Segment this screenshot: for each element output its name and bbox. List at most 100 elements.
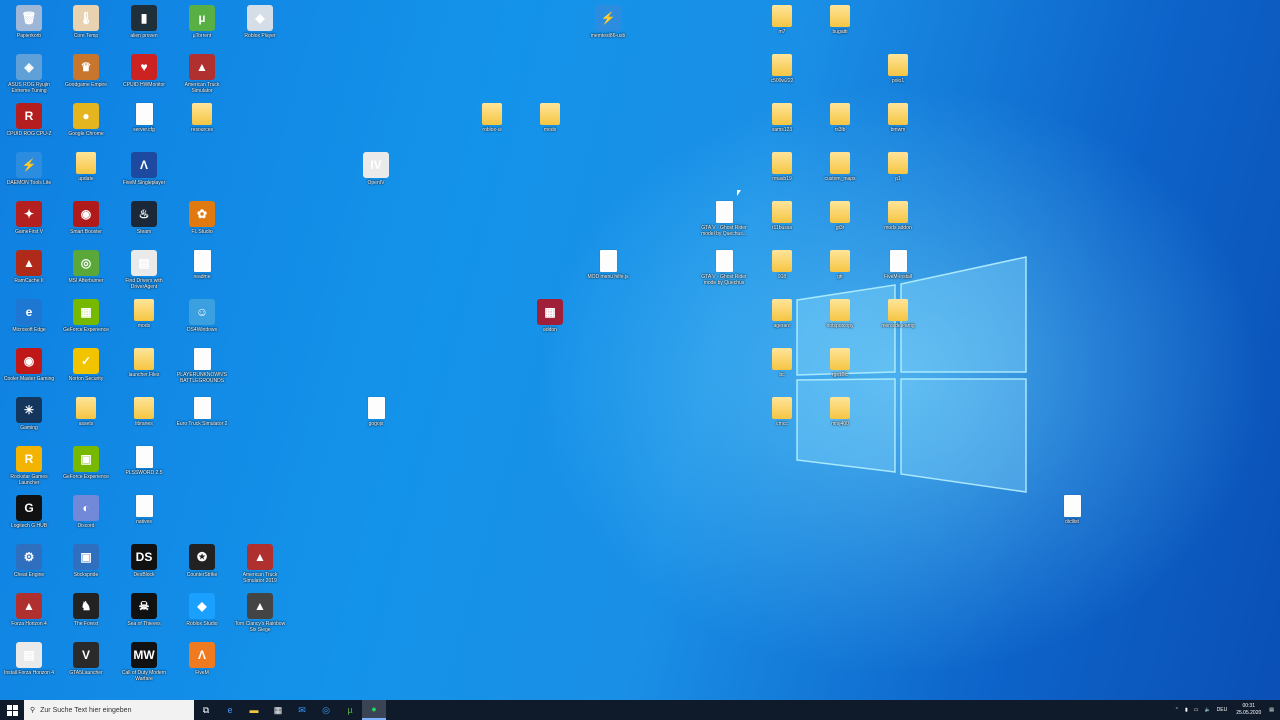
- desktop-icon[interactable]: GTA V - Ghost Rider model by Quechus...: [696, 199, 752, 248]
- taskbar-spotify-button[interactable]: ●: [362, 700, 386, 720]
- desktop-icon[interactable]: rs3lb: [812, 101, 868, 150]
- desktop-icon[interactable]: MW Call of Duty Modern Warfare: [116, 640, 172, 689]
- clock[interactable]: 00:31 25.05.2020: [1236, 703, 1261, 717]
- desktop-icon[interactable]: FiveM-install: [870, 248, 926, 297]
- desktop-icon[interactable]: ♛ Goodgame Empire: [58, 52, 114, 101]
- desktop-icon[interactable]: Euro Truck Simulator 2: [174, 395, 230, 444]
- desktop-icon[interactable]: readme: [174, 248, 230, 297]
- taskbar-messenger-button[interactable]: ◎: [314, 700, 338, 720]
- desktop-icon[interactable]: ▣ GeForce Experience: [58, 444, 114, 493]
- desktop-icon[interactable]: ✦ GameFirst V: [1, 199, 57, 248]
- desktop-icon[interactable]: ☠ Sea of Thieves: [116, 591, 172, 640]
- desktop-icon[interactable]: gt3r: [812, 199, 868, 248]
- desktop-icon[interactable]: hotspotcopy: [812, 297, 868, 346]
- desktop-icon[interactable]: mrsj400: [812, 395, 868, 444]
- desktop-icon[interactable]: m7: [754, 3, 810, 52]
- desktop-icon[interactable]: 🗑 Papierkorb: [1, 3, 57, 52]
- desktop-icon[interactable]: ◎ MSI Afterburner: [58, 248, 114, 297]
- desktop-icon[interactable]: ▤ Install Forza Horizon 4: [1, 640, 57, 689]
- desktop-icon[interactable]: ● Google Chrome: [58, 101, 114, 150]
- desktop-icon[interactable]: ◆ Roblox Studio: [174, 591, 230, 640]
- desktop[interactable]: 🗑 Papierkorb 🌡 Core Temp ▮ alien proven µ µTorr…: [0, 0, 1280, 700]
- desktop-icon[interactable]: ⚙ Cheat Engine: [1, 542, 57, 591]
- desktop-icon[interactable]: libraries: [116, 395, 172, 444]
- start-button[interactable]: [0, 700, 24, 720]
- desktop-icon[interactable]: ▦ GeForce Experience: [58, 297, 114, 346]
- desktop-icon[interactable]: ♞ The Forest: [58, 591, 114, 640]
- taskbar-task-view-button[interactable]: ⧉: [194, 700, 218, 720]
- desktop-icon[interactable]: bc: [754, 346, 810, 395]
- desktop-icon[interactable]: ▣ Stickspride: [58, 542, 114, 591]
- desktop-icon[interactable]: PLAYERUNKNOWN'S BATTLEGROUNDS: [174, 346, 230, 395]
- desktop-icon[interactable]: Λ FiveM: [174, 640, 230, 689]
- taskbar-file-explorer-button[interactable]: ▬: [242, 700, 266, 720]
- taskbar-mail-button[interactable]: ✉: [290, 700, 314, 720]
- taskbar-utorrent-button[interactable]: µ: [338, 700, 362, 720]
- desktop-icon[interactable]: ⚡ memtest86-usb: [580, 3, 636, 52]
- desktop-icon[interactable]: ☺ DS4Windows: [174, 297, 230, 346]
- desktop-icon[interactable]: gogojs: [348, 395, 404, 444]
- desktop-icon[interactable]: ▲ American Truck Simulator: [174, 52, 230, 101]
- desktop-icon[interactable]: ✓ Norton Security: [58, 346, 114, 395]
- desktop-icon[interactable]: ▲ RamCache II: [1, 248, 57, 297]
- desktop-icon[interactable]: ✳ Gaming: [1, 395, 57, 444]
- desktop-icon[interactable]: R Rockstar Games Launcher: [1, 444, 57, 493]
- desktop-icon[interactable]: MOD menu hilfe.js: [580, 248, 636, 297]
- desktop-icon[interactable]: rmasb19: [754, 150, 810, 199]
- tray-overflow-icon[interactable]: ⌃: [1175, 707, 1179, 713]
- desktop-icon[interactable]: ◈ ASUS ROG Ryujin Extreme Tuning: [1, 52, 57, 101]
- desktop-icon[interactable]: mods: [116, 297, 172, 346]
- desktop-icon[interactable]: bugatti: [812, 3, 868, 52]
- desktop-icon[interactable]: custom_maps: [812, 150, 868, 199]
- desktop-icon[interactable]: ▦ addon: [522, 297, 578, 346]
- desktop-icon[interactable]: dictlist: [1044, 493, 1100, 542]
- desktop-icon[interactable]: cmcc: [754, 395, 810, 444]
- desktop-icon[interactable]: launcher.Files: [116, 346, 172, 395]
- desktop-icon[interactable]: ⚡ DAEMON Tools Lite: [1, 150, 57, 199]
- notifications-icon[interactable]: ▤: [1269, 707, 1274, 713]
- desktop-icon[interactable]: ▲ American Truck Simulator 2019: [232, 542, 288, 591]
- usb-icon[interactable]: ▮: [1185, 707, 1188, 713]
- desktop-icon[interactable]: ♥ CPUID HWMonitor: [116, 52, 172, 101]
- desktop-icon[interactable]: ▲ Forza Horizon 4: [1, 591, 57, 640]
- desktop-icon[interactable]: ♨ Steam: [116, 199, 172, 248]
- desktop-icon[interactable]: polo1: [870, 52, 926, 101]
- search-box[interactable]: ⚲ Zur Suche Text hier eingeben: [24, 700, 194, 720]
- desktop-icon[interactable]: PLSSWORD 2.5: [116, 444, 172, 493]
- desktop-icon[interactable]: ▤ Find Drivers with DriverAgent: [116, 248, 172, 297]
- desktop-icon[interactable]: ▲ Tom Clancy's Rainbow Six Siege: [232, 591, 288, 640]
- desktop-icon[interactable]: ✿ FL Studio: [174, 199, 230, 248]
- desktop-icon[interactable]: update: [58, 150, 114, 199]
- desktop-icon[interactable]: mods addon: [870, 199, 926, 248]
- desktop-icon[interactable]: agerarc: [754, 297, 810, 346]
- desktop-icon[interactable]: IV OpenIV: [348, 150, 404, 199]
- desktop-icon[interactable]: natives: [116, 493, 172, 542]
- desktop-icon[interactable]: ▮ alien proven: [116, 3, 172, 52]
- desktop-icon[interactable]: 918: [754, 248, 810, 297]
- desktop-icon[interactable]: ◆ Roblox Player: [232, 3, 288, 52]
- desktop-icon[interactable]: R CPUID ROG CPU-Z: [1, 101, 57, 150]
- desktop-icon[interactable]: p1: [870, 150, 926, 199]
- desktop-icon[interactable]: V GTA5Launcher: [58, 640, 114, 689]
- desktop-icon[interactable]: ◉ Cooler Master Gaming: [1, 346, 57, 395]
- volume-icon[interactable]: 🔈: [1204, 707, 1210, 713]
- desktop-icon[interactable]: rgs10lc: [812, 346, 868, 395]
- desktop-icon[interactable]: roblox-ui: [464, 101, 520, 150]
- network-icon[interactable]: ▭: [1194, 707, 1199, 713]
- desktop-icon[interactable]: Λ FiveM Singleplayer: [116, 150, 172, 199]
- desktop-icon[interactable]: sams123: [754, 101, 810, 150]
- desktop-icon[interactable]: mods: [522, 101, 578, 150]
- desktop-icon[interactable]: c500w222: [754, 52, 810, 101]
- desktop-icon[interactable]: mercedes-amg: [870, 297, 926, 346]
- desktop-icon[interactable]: G Logitech G HUB: [1, 493, 57, 542]
- desktop-icon[interactable]: ✪ CounterStrike: [174, 542, 230, 591]
- desktop-icon[interactable]: GTA V - Ghost Rider mode by Quechus: [696, 248, 752, 297]
- desktop-icon[interactable]: bmwm: [870, 101, 926, 150]
- desktop-icon[interactable]: gtr: [812, 248, 868, 297]
- desktop-icon[interactable]: DS DesBlock: [116, 542, 172, 591]
- desktop-icon[interactable]: assets: [58, 395, 114, 444]
- language-indicator[interactable]: DEU: [1217, 707, 1228, 713]
- desktop-icon[interactable]: ◐ Discord: [58, 493, 114, 542]
- desktop-icon[interactable]: 🌡 Core Temp: [58, 3, 114, 52]
- taskbar-edge-button[interactable]: e: [218, 700, 242, 720]
